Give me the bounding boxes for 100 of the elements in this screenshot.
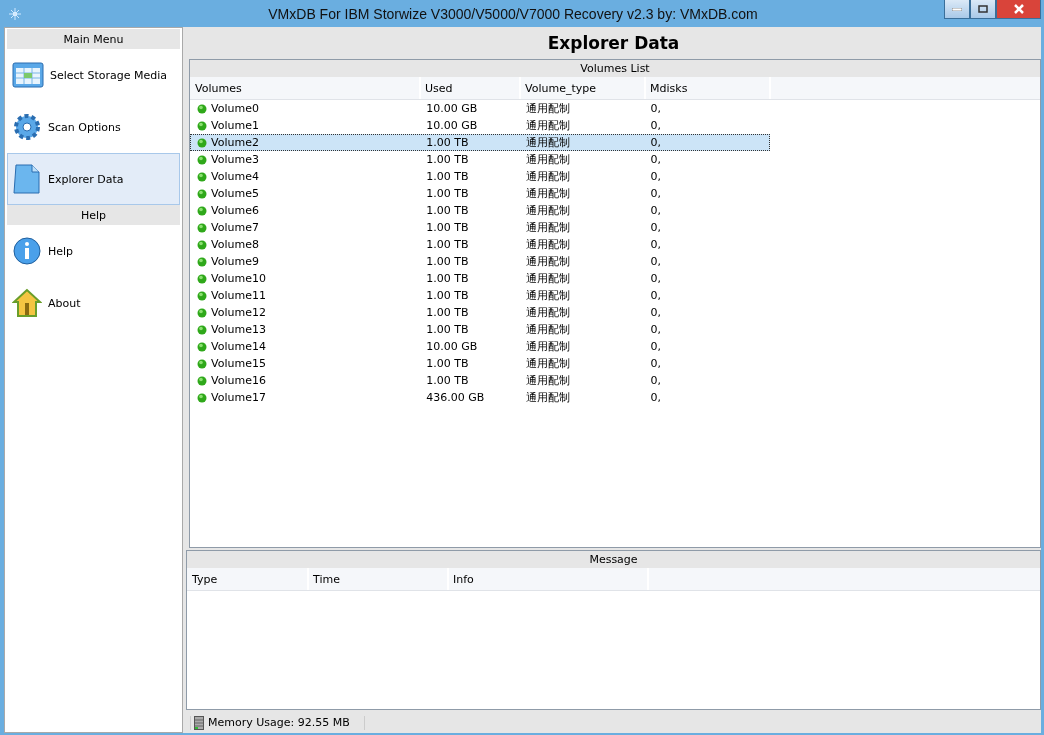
table-row[interactable]: Volume16 1.00 TB 通用配制 0,: [190, 372, 770, 389]
table-cell-text: 1.00 TB: [425, 254, 470, 269]
table-cell-text: 通用配制: [524, 220, 571, 235]
maximize-icon: [978, 5, 988, 13]
table-cell-text: 通用配制: [524, 152, 571, 167]
table-cell-text: 10.00 GB: [425, 101, 479, 116]
status-dot-icon: [197, 239, 207, 250]
table-cell-text: 通用配制: [524, 356, 571, 371]
table-cell-text: 0,: [649, 152, 662, 167]
table-cell-text: 1.00 TB: [425, 186, 470, 201]
gear-icon: [12, 112, 42, 142]
table-row[interactable]: Volume2 1.00 TB 通用配制 0,: [190, 134, 770, 151]
table-cell-text: 0,: [649, 203, 662, 218]
table-cell-text: 0,: [649, 220, 662, 235]
table-cell-text: 10.00 GB: [425, 118, 479, 133]
table-cell-text: 0,: [649, 186, 662, 201]
table-cell-text: 0,: [649, 254, 662, 269]
column-header[interactable]: Volume_type: [521, 77, 646, 99]
table-cell-text: 通用配制: [524, 373, 571, 388]
table-cell-text: 1.00 TB: [425, 373, 470, 388]
table-row[interactable]: Volume12 1.00 TB 通用配制 0,: [190, 304, 770, 321]
window-title: VMxDB For IBM Storwize V3000/V5000/V7000 Recovery v2.3 by: VMxDB.com: [268, 5, 758, 22]
table-cell: Volume2: [211, 136, 259, 149]
table-cell-text: 1.00 TB: [425, 271, 470, 286]
table-cell-text: 通用配制: [524, 169, 571, 184]
server-icon: [194, 715, 204, 730]
table-row[interactable]: Volume9 1.00 TB 通用配制 0,: [190, 253, 770, 270]
menu-item[interactable]: Help: [7, 225, 180, 277]
table-cell-text: 1.00 TB: [425, 169, 470, 184]
table-cell-text: 10.00 GB: [425, 339, 479, 354]
status-dot-icon: [197, 120, 207, 131]
table-row[interactable]: Volume6 1.00 TB 通用配制 0,: [190, 202, 770, 219]
table-cell: Volume5: [211, 187, 259, 200]
table-cell: Volume7: [211, 221, 259, 234]
table-cell-text: 1.00 TB: [425, 220, 470, 235]
table-cell-text: 0,: [649, 373, 662, 388]
close-icon: [1012, 4, 1025, 14]
status-dot-icon: [197, 392, 207, 403]
table-row[interactable]: Volume0 10.00 GB 通用配制 0,: [190, 100, 770, 117]
table-cell-text: 0,: [649, 305, 662, 320]
table-cell-text: 436.00 GB: [425, 390, 486, 405]
table-cell-text: 0,: [649, 288, 662, 303]
minimize-button[interactable]: [944, 0, 970, 19]
table-row[interactable]: Volume11 1.00 TB 通用配制 0,: [190, 287, 770, 304]
column-header[interactable]: Mdisks: [646, 77, 771, 99]
menu-item[interactable]: About: [7, 277, 180, 329]
table-cell-text: 通用配制: [524, 271, 571, 286]
table-cell-text: 通用配制: [524, 254, 571, 269]
menu-item[interactable]: Select Storage Media: [7, 49, 180, 101]
table-cell-text: 通用配制: [524, 118, 571, 133]
column-header[interactable]: Time: [309, 568, 449, 590]
table-row[interactable]: Volume1 10.00 GB 通用配制 0,: [190, 117, 770, 134]
table-row[interactable]: Volume5 1.00 TB 通用配制 0,: [190, 185, 770, 202]
table-cell: Volume4: [211, 170, 259, 183]
table-cell-text: 0,: [649, 101, 662, 116]
table-cell: Volume9: [211, 255, 259, 268]
table-cell-text: 通用配制: [524, 237, 571, 252]
table-cell-text: 0,: [649, 169, 662, 184]
menu-item[interactable]: Scan Options: [7, 101, 180, 153]
info-icon: [12, 236, 42, 266]
table-cell: Volume14: [211, 340, 266, 353]
column-header[interactable]: Type: [188, 568, 309, 590]
table-row[interactable]: Volume15 1.00 TB 通用配制 0,: [190, 355, 770, 372]
status-dot-icon: [197, 137, 207, 148]
app-logo-icon: [8, 6, 22, 21]
table-cell-text: 0,: [649, 339, 662, 354]
table-row[interactable]: Volume3 1.00 TB 通用配制 0,: [190, 151, 770, 168]
table-cell: Volume12: [211, 306, 266, 319]
table-row[interactable]: Volume14 10.00 GB 通用配制 0,: [190, 338, 770, 355]
table-cell-text: 1.00 TB: [425, 135, 470, 150]
table-row[interactable]: Volume8 1.00 TB 通用配制 0,: [190, 236, 770, 253]
column-header[interactable]: Used: [421, 77, 521, 99]
maximize-button[interactable]: [970, 0, 996, 19]
table-cell-text: 通用配制: [524, 390, 571, 405]
table-cell-text: 1.00 TB: [425, 305, 470, 320]
table-cell: Volume0: [211, 102, 259, 115]
table-cell: Volume6: [211, 204, 259, 217]
table-cell-text: 0,: [649, 237, 662, 252]
table-cell: Volume1: [211, 119, 259, 132]
close-button[interactable]: [996, 0, 1041, 19]
table-row[interactable]: Volume17 436.00 GB 通用配制 0,: [190, 389, 770, 406]
table-cell-text: 通用配制: [524, 186, 571, 201]
column-header[interactable]: Info: [449, 568, 649, 590]
status-dot-icon: [197, 188, 207, 199]
table-row[interactable]: Volume7 1.00 TB 通用配制 0,: [190, 219, 770, 236]
table-row[interactable]: Volume13 1.00 TB 通用配制 0,: [190, 321, 770, 338]
panel-header: Volumes List: [190, 60, 1040, 77]
status-dot-icon: [197, 154, 207, 165]
table-row[interactable]: Volume4 1.00 TB 通用配制 0,: [190, 168, 770, 185]
menu-item[interactable]: Explorer Data: [7, 153, 180, 205]
table-cell-text: 0,: [649, 135, 662, 150]
table-cell: Volume17: [211, 391, 266, 404]
minimize-icon: [952, 7, 962, 11]
table-row[interactable]: Volume10 1.00 TB 通用配制 0,: [190, 270, 770, 287]
status-dot-icon: [197, 341, 207, 352]
table-cell: Volume3: [211, 153, 259, 166]
status-dot-icon: [197, 324, 207, 335]
page-title: Explorer Data: [546, 32, 681, 55]
section-header: Help: [7, 205, 180, 225]
column-header[interactable]: Volumes: [191, 77, 421, 99]
